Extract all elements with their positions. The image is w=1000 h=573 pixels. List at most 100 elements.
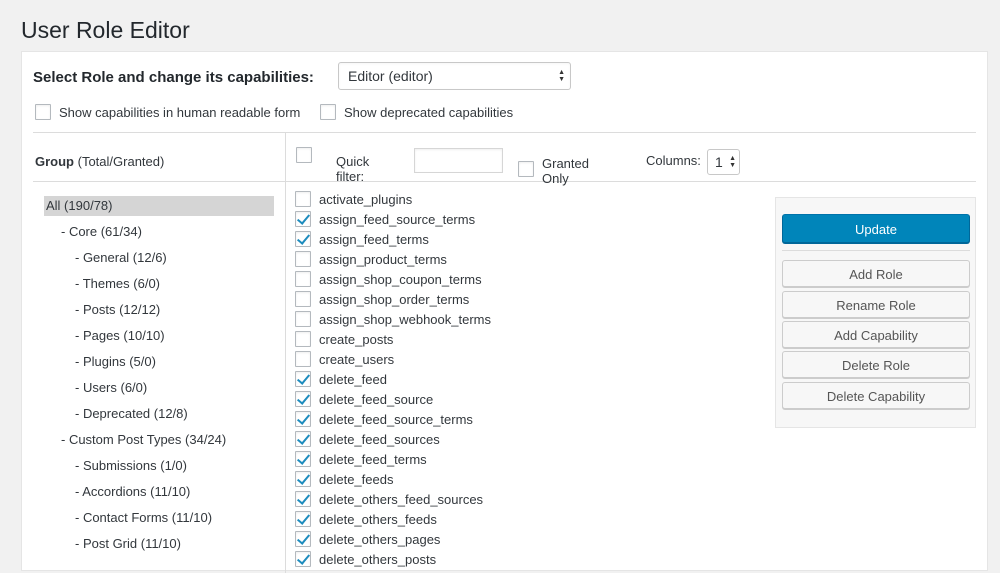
capability-label: assign_shop_webhook_terms (319, 311, 491, 327)
group-item[interactable]: - Accordions (11/10) (44, 482, 276, 508)
group-item-label: - Custom Post Types (34/24) (61, 432, 227, 447)
group-item[interactable]: All (190/78) (44, 196, 276, 222)
granted-only-checkbox[interactable] (518, 161, 534, 177)
capability-checkbox[interactable] (295, 511, 311, 527)
quick-filter-input[interactable] (414, 148, 503, 173)
columns-select[interactable]: 1 ▲ ▼ (707, 149, 740, 175)
group-item[interactable]: - Deprecated (12/8) (44, 404, 276, 430)
capability-row[interactable]: delete_others_pages (295, 529, 775, 549)
groups-header: Group (Total/Granted) (35, 154, 164, 169)
divider (33, 181, 976, 182)
group-item[interactable]: - Posts (12/12) (44, 300, 276, 326)
capability-row[interactable]: delete_feed (295, 369, 775, 389)
capability-checkbox[interactable] (295, 251, 311, 267)
capability-label: delete_feed_sources (319, 431, 440, 447)
capability-row[interactable]: delete_feed_source (295, 389, 775, 409)
capability-row[interactable]: assign_feed_source_terms (295, 209, 775, 229)
delete-role-button[interactable]: Delete Role (782, 351, 970, 378)
group-item[interactable]: - Custom Post Types (34/24) (44, 430, 276, 456)
role-select-value: Editor (editor) (348, 68, 433, 84)
capability-row[interactable]: delete_feed_terms (295, 449, 775, 469)
capability-checkbox[interactable] (295, 451, 311, 467)
capability-checkbox[interactable] (295, 551, 311, 567)
capability-row[interactable]: assign_shop_webhook_terms (295, 309, 775, 329)
capability-checkbox[interactable] (295, 331, 311, 347)
capability-checkbox[interactable] (295, 311, 311, 327)
group-item-label: - Core (61/34) (61, 224, 142, 239)
add-capability-button[interactable]: Add Capability (782, 321, 970, 348)
capability-row[interactable]: delete_feed_source_terms (295, 409, 775, 429)
capability-checkbox[interactable] (295, 491, 311, 507)
group-item-label: - Themes (6/0) (75, 276, 161, 291)
human-readable-label: Show capabilities in human readable form (59, 104, 301, 120)
capability-checkbox[interactable] (295, 391, 311, 407)
group-item[interactable]: - Core (61/34) (44, 222, 276, 248)
group-item-label: - Pages (10/10) (75, 328, 165, 343)
column-divider (285, 133, 286, 573)
group-item[interactable]: - Themes (6/0) (44, 274, 276, 300)
group-item[interactable]: - Submissions (1/0) (44, 456, 276, 482)
update-button[interactable]: Update (782, 214, 970, 243)
capability-row[interactable]: delete_feeds (295, 469, 775, 489)
group-item[interactable]: - Pages (10/10) (44, 326, 276, 352)
capabilities-list: activate_plugins assign_feed_source_terms… (295, 189, 775, 569)
add-role-button[interactable]: Add Role (782, 260, 970, 287)
group-item[interactable]: - General (12/6) (44, 248, 276, 274)
capability-row[interactable]: delete_others_feeds (295, 509, 775, 529)
groups-header-title: Group (35, 154, 74, 169)
capability-label: delete_feed (319, 371, 387, 387)
capability-label: delete_feed_source (319, 391, 434, 407)
group-item-label: - Users (6/0) (75, 380, 148, 395)
select-all-option[interactable] (296, 147, 312, 163)
capability-row[interactable]: delete_others_feed_sources (295, 489, 775, 509)
capability-row[interactable]: assign_feed_terms (295, 229, 775, 249)
granted-only-option[interactable]: Granted Only (518, 152, 589, 186)
capability-label: delete_feed_source_terms (319, 411, 473, 427)
group-item-label: - Submissions (1/0) (75, 458, 187, 473)
capability-checkbox[interactable] (295, 271, 311, 287)
capability-row[interactable]: delete_others_posts (295, 549, 775, 569)
capability-row[interactable]: delete_feed_sources (295, 429, 775, 449)
capability-checkbox[interactable] (295, 411, 311, 427)
capability-row[interactable]: create_users (295, 349, 775, 369)
capability-row[interactable]: assign_shop_order_terms (295, 289, 775, 309)
rename-role-button[interactable]: Rename Role (782, 291, 970, 318)
capability-checkbox[interactable] (295, 351, 311, 367)
capability-row[interactable]: assign_shop_coupon_terms (295, 269, 775, 289)
capability-checkbox[interactable] (295, 231, 311, 247)
capability-checkbox[interactable] (295, 531, 311, 547)
deprecated-option[interactable]: Show deprecated capabilities (320, 104, 513, 120)
group-item[interactable]: - Post Grid (11/10) (44, 534, 276, 560)
group-item[interactable]: - Contact Forms (11/10) (44, 508, 276, 534)
capability-label: assign_product_terms (319, 251, 447, 267)
capability-row[interactable]: create_posts (295, 329, 775, 349)
actions-box: Update Add Role Rename Role Add Capabili… (775, 197, 976, 428)
group-item[interactable]: - Users (6/0) (44, 378, 276, 404)
capability-checkbox[interactable] (295, 371, 311, 387)
divider (33, 132, 976, 133)
select-arrows-icon: ▲ ▼ (729, 155, 736, 169)
select-arrows-icon: ▲ ▼ (558, 69, 565, 83)
human-readable-checkbox[interactable] (35, 104, 51, 120)
deprecated-checkbox[interactable] (320, 104, 336, 120)
capability-checkbox[interactable] (295, 191, 311, 207)
select-all-checkbox[interactable] (296, 147, 312, 163)
capability-label: assign_feed_terms (319, 231, 429, 247)
capability-row[interactable]: assign_product_terms (295, 249, 775, 269)
capability-label: assign_shop_coupon_terms (319, 271, 482, 287)
deprecated-label: Show deprecated capabilities (344, 104, 514, 120)
role-select-label: Select Role and change its capabilities: (33, 68, 314, 86)
human-readable-option[interactable]: Show capabilities in human readable form (35, 104, 300, 120)
capability-row[interactable]: activate_plugins (295, 189, 775, 209)
editor-panel: Select Role and change its capabilities:… (21, 51, 988, 573)
capability-label: assign_feed_source_terms (319, 211, 476, 227)
group-item[interactable]: - Plugins (5/0) (44, 352, 276, 378)
group-item-label: - Posts (12/12) (75, 302, 161, 317)
capability-checkbox[interactable] (295, 211, 311, 227)
quick-filter-label: Quick filter: (336, 154, 370, 184)
capability-checkbox[interactable] (295, 291, 311, 307)
role-select[interactable]: Editor (editor) ▲ ▼ (338, 62, 571, 90)
capability-checkbox[interactable] (295, 431, 311, 447)
capability-checkbox[interactable] (295, 471, 311, 487)
delete-capability-button[interactable]: Delete Capability (782, 382, 970, 409)
